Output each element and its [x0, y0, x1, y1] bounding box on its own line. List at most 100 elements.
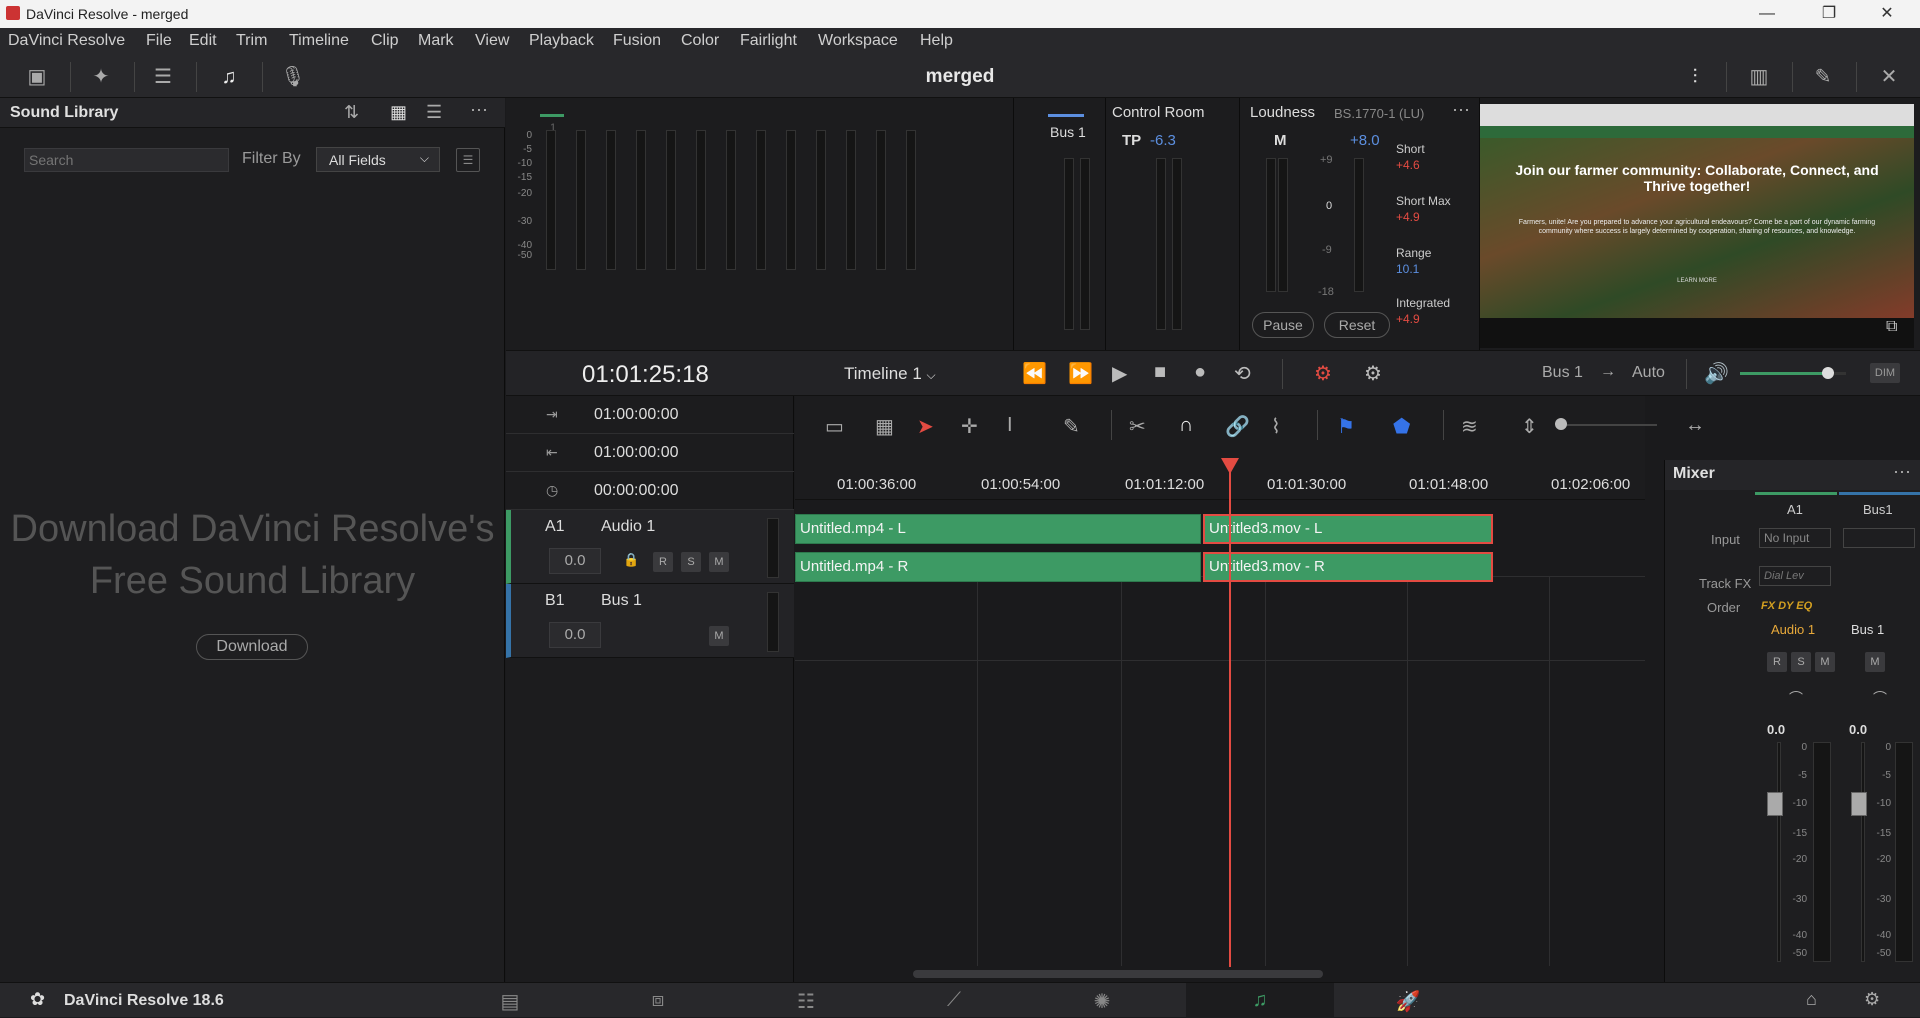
fusion-page-icon[interactable]: ⟋ [880, 989, 1028, 1018]
volume-knob[interactable] [1821, 367, 1834, 379]
menu-mark[interactable]: Mark [418, 32, 454, 50]
track-volume[interactable]: 0.0 [549, 622, 601, 648]
view-options-icon[interactable]: ▭ [825, 414, 844, 439]
record-icon[interactable]: ● [1194, 361, 1206, 384]
rewind-icon[interactable]: ⏪ [1022, 361, 1047, 386]
lock-icon[interactable]: 🔒 [623, 552, 639, 568]
pause-button[interactable]: Pause [1252, 312, 1314, 338]
volume-slider[interactable] [1740, 367, 1846, 379]
media-page-icon[interactable]: ▤ [436, 989, 584, 1018]
picture-in-picture-icon[interactable]: ⧉ [1886, 318, 1897, 336]
filter-options-icon[interactable]: ☰ [456, 148, 480, 172]
track-a1[interactable]: A1 Audio 1 0.0 🔒 R S M [506, 510, 794, 584]
menu-timeline[interactable]: Timeline [289, 32, 349, 50]
cut-page-icon[interactable]: ⧈ [584, 989, 732, 1018]
edit-page-icon[interactable]: ☷ [732, 989, 880, 1018]
channel-b-volume[interactable]: 0.0 [1849, 722, 1867, 737]
selection-tool-icon[interactable]: ➤ [917, 414, 934, 439]
menu-edit[interactable]: Edit [189, 32, 217, 50]
pan-icon[interactable]: ⌒ [1873, 688, 1887, 708]
channel-a-fader[interactable] [1767, 792, 1783, 816]
input-select[interactable]: No Input [1759, 528, 1831, 548]
menu-view[interactable]: View [475, 32, 509, 50]
grid-icon[interactable]: ▦ [875, 414, 894, 439]
more-options-icon[interactable]: ⋯ [470, 100, 488, 121]
playhead[interactable] [1229, 462, 1231, 967]
menu-playback[interactable]: Playback [529, 32, 594, 50]
mixer-bus-mute-button[interactable]: M [1865, 652, 1885, 672]
vertical-zoom-knob[interactable] [1555, 418, 1567, 430]
menu-davinci-resolve[interactable]: DaVinci Resolve [8, 32, 125, 50]
mute-button[interactable]: M [709, 626, 729, 646]
mixer-mute-button[interactable]: M [1815, 652, 1835, 672]
meters-toggle-icon[interactable]: ▥ [1746, 64, 1772, 90]
go-to-end-icon[interactable]: ⇥ [546, 406, 558, 423]
minimize-button[interactable]: — [1744, 0, 1790, 28]
horizontal-zoom-icon[interactable]: ↔ [1685, 414, 1705, 437]
search-input[interactable] [24, 148, 229, 172]
loudness-more-icon[interactable]: ⋯ [1452, 100, 1470, 121]
list-view-icon[interactable]: ☰ [426, 102, 442, 123]
fairlight-page-icon[interactable]: ♫ [1186, 983, 1334, 1018]
channel-b-fader[interactable] [1851, 792, 1867, 816]
mixer-more-icon[interactable]: ⋯ [1893, 462, 1911, 483]
vertical-zoom-icon[interactable]: ⇕ [1521, 414, 1538, 439]
channel-a-volume[interactable]: 0.0 [1767, 722, 1785, 737]
menu-fusion[interactable]: Fusion [613, 32, 661, 50]
range-tool-icon[interactable]: ✛ [961, 414, 978, 439]
menu-trim[interactable]: Trim [236, 32, 267, 50]
edit-tool-icon[interactable]: I [1007, 414, 1013, 437]
audio-clip-selected[interactable]: Untitled3.mov - R [1203, 552, 1493, 582]
horizontal-scrollbar[interactable] [913, 970, 1323, 978]
marker-icon[interactable]: ⬟ [1393, 414, 1410, 439]
maximize-button[interactable]: ❐ [1806, 0, 1852, 28]
inspector-icon[interactable]: ✕ [1876, 64, 1902, 90]
play-icon[interactable]: ▶ [1112, 361, 1127, 386]
stop-icon[interactable]: ■ [1154, 361, 1166, 384]
timecode-start[interactable]: 01:00:00:00 [594, 444, 679, 462]
download-button[interactable]: Download [196, 634, 308, 660]
track-b1[interactable]: B1 Bus 1 0.0 M [506, 584, 794, 658]
timecode-duration[interactable]: 00:00:00:00 [594, 482, 679, 500]
pencil-icon[interactable]: ✎ [1063, 414, 1080, 439]
menu-color[interactable]: Color [681, 32, 719, 50]
timecode-end[interactable]: 01:00:00:00 [594, 406, 679, 424]
menu-file[interactable]: File [146, 32, 172, 50]
close-button[interactable]: ✕ [1864, 0, 1910, 28]
mute-button[interactable]: M [709, 552, 729, 572]
flag-icon[interactable]: ⚑ [1337, 414, 1355, 439]
go-to-start-icon[interactable]: ⇤ [546, 444, 558, 461]
razor-icon[interactable]: ✂ [1129, 414, 1146, 439]
pan-icon[interactable]: ⌒ [1789, 688, 1803, 708]
filter-select[interactable]: All Fields ⌵ [316, 147, 440, 172]
menu-clip[interactable]: Clip [371, 32, 399, 50]
vertical-zoom-slider[interactable] [1557, 424, 1657, 426]
automation-curve-icon[interactable]: ⌇ [1271, 414, 1281, 439]
menu-fairlight[interactable]: Fairlight [740, 32, 797, 50]
home-icon[interactable]: ⌂ [1806, 989, 1817, 1010]
track-name[interactable]: Audio 1 [601, 518, 655, 536]
grid-view-icon[interactable]: ▦ [390, 102, 407, 123]
settings-gear-icon[interactable]: ⚙ [1864, 989, 1880, 1010]
mixer-toggle-icon[interactable]: ⫶ [1682, 64, 1708, 90]
mixer-record-button[interactable]: R [1767, 652, 1787, 672]
color-page-icon[interactable]: ✺ [1028, 989, 1176, 1018]
trackfx-select[interactable]: Dial Lev [1759, 566, 1831, 586]
audio-clip-selected[interactable]: Untitled3.mov - L [1203, 514, 1493, 544]
reset-button[interactable]: Reset [1324, 312, 1390, 338]
timeline-area[interactable]: Untitled.mp4 - L Untitled.mp4 - R Untitl… [795, 500, 1645, 978]
dim-button[interactable]: DIM [1870, 363, 1900, 383]
menu-workspace[interactable]: Workspace [818, 32, 898, 50]
metadata-icon[interactable]: ✎ [1810, 64, 1836, 90]
snapping-icon[interactable]: ∩ [1179, 414, 1193, 437]
fast-forward-icon[interactable]: ⏩ [1068, 361, 1093, 386]
audio-clip[interactable]: Untitled.mp4 - R [795, 552, 1201, 582]
record-arm-button[interactable]: R [653, 552, 673, 572]
track-name[interactable]: Bus 1 [601, 592, 642, 610]
timeline-ruler[interactable]: 01:00:36:00 01:00:54:00 01:01:12:00 01:0… [795, 456, 1645, 500]
audio-clip[interactable]: Untitled.mp4 - L [795, 514, 1201, 544]
bus-input-select[interactable] [1843, 528, 1915, 548]
link-icon[interactable]: 🔗 [1225, 414, 1250, 439]
loop-icon[interactable]: ⟲ [1234, 361, 1251, 386]
speaker-icon[interactable]: 🔊 [1704, 361, 1729, 386]
